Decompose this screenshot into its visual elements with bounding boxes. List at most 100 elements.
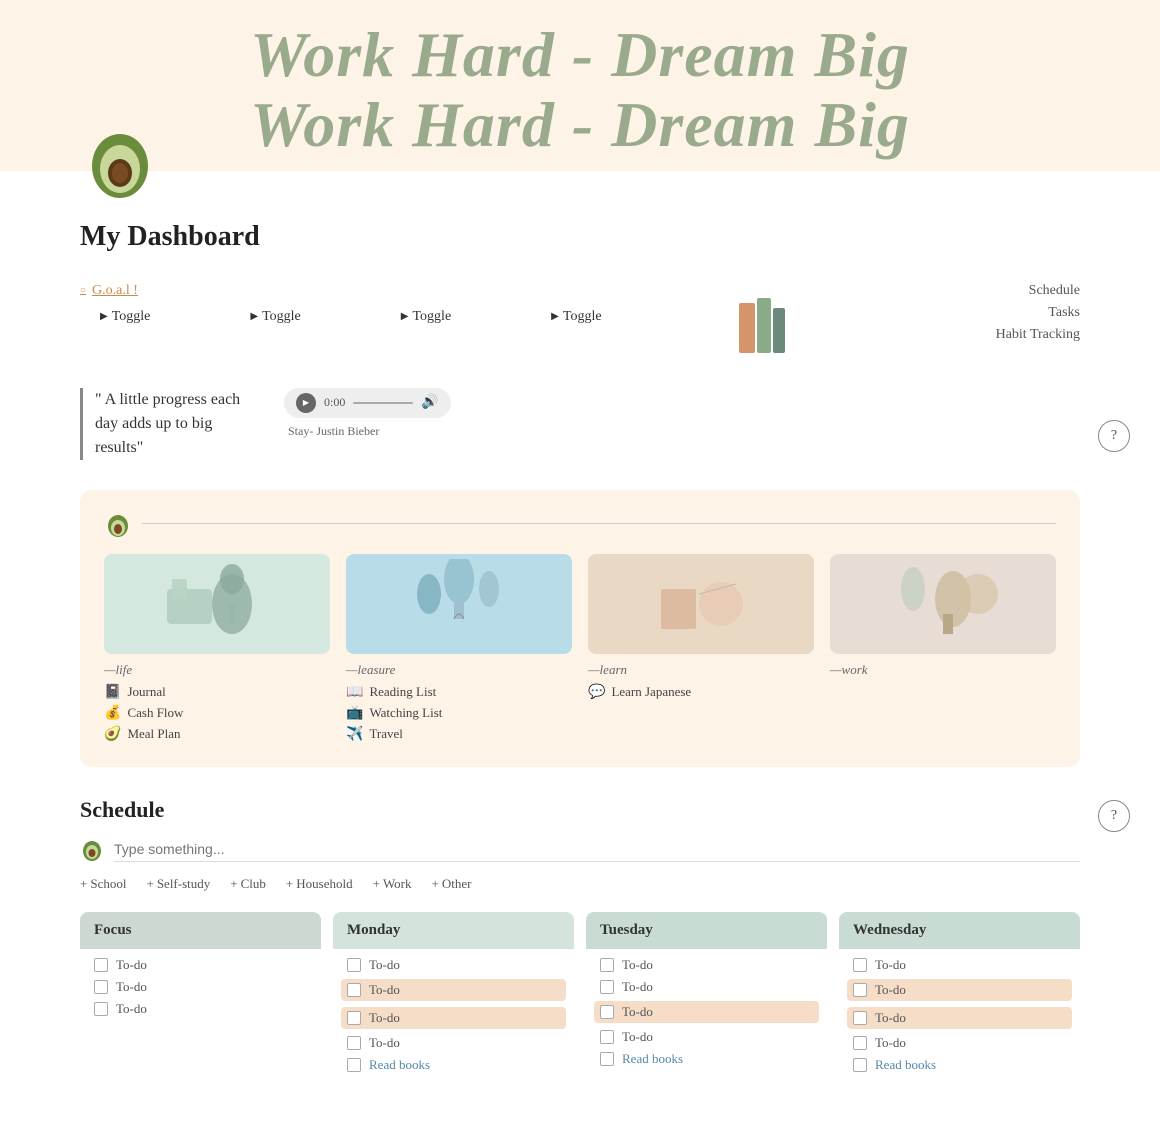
help-button-1[interactable]: ? [1098,420,1130,452]
help-button-2[interactable]: ? [1098,800,1130,832]
wednesday-checkbox-3[interactable] [853,1011,867,1025]
quote-block: " A little progress each day adds up to … [80,388,1080,460]
schedule-section: Schedule + School + Self-study [80,797,1080,1081]
mealplan-link[interactable]: 🥑 Meal Plan [104,726,330,743]
section-life: —life 📓 Journal 💰 Cash Flow 🥑 Meal Pl [104,554,330,743]
monday-todo-label-1: To-do [369,957,400,973]
wednesday-todo-label-2: To-do [875,982,906,998]
work-section-image [830,554,1056,654]
toggle-arrow-2: ▶ [250,311,258,322]
focus-checkbox-1[interactable] [94,958,108,972]
life-section-image [104,554,330,654]
travel-icon: ✈️ [346,726,363,743]
toggle-4[interactable]: ▶ Toggle [551,309,601,325]
audio-label: Stay- Justin Bieber [288,424,451,439]
toggle-3[interactable]: ▶ Toggle [401,309,451,325]
toggle-2[interactable]: ▶ Toggle [250,309,300,325]
audio-controls: ▶ 0:00 🔊 [284,388,451,418]
section-learn: —learn 💬 Learn Japanese [588,554,814,743]
household-label: Household [296,876,352,892]
journal-link[interactable]: 📓 Journal [104,684,330,701]
wednesday-checkbox-2[interactable] [853,983,867,997]
tuesday-checkbox-5[interactable] [600,1052,614,1066]
schedule-grid: Focus To-do To-do To-do [80,912,1080,1081]
category-work[interactable]: + Work [373,876,412,892]
learnjapanese-link[interactable]: 💬 Learn Japanese [588,684,814,701]
plus-icon-work: + [373,876,380,892]
tuesday-column: Tuesday To-do To-do To-do [586,912,827,1081]
school-label: School [90,876,126,892]
tuesday-todo-label-1: To-do [622,957,653,973]
card-avocado-icon [104,510,132,538]
tuesday-todo-label-5: Read books [622,1051,683,1067]
other-label: Other [442,876,472,892]
watchinglist-label: Watching List [369,705,442,721]
wednesday-todo-2: To-do [847,979,1072,1001]
focus-body: To-do To-do To-do [80,949,321,1025]
readinglist-icon: 📖 [346,684,363,701]
focus-checkbox-3[interactable] [94,1002,108,1016]
wednesday-checkbox-5[interactable] [853,1058,867,1072]
top-nav-right: Schedule Tasks Habit Tracking [996,283,1080,343]
tuesday-todo-1: To-do [600,957,813,973]
quote-text: " A little progress each day adds up to … [80,388,260,460]
wednesday-checkbox-1[interactable] [853,958,867,972]
monday-checkbox-4[interactable] [347,1036,361,1050]
category-selfstudy[interactable]: + Self-study [146,876,210,892]
travel-link[interactable]: ✈️ Travel [346,726,572,743]
watchinglist-icon: 📺 [346,705,363,722]
focus-todo-label-3: To-do [116,1001,147,1017]
monday-column: Monday To-do To-do To-do [333,912,574,1081]
tuesday-checkbox-1[interactable] [600,958,614,972]
tuesday-body: To-do To-do To-do To-do [586,949,827,1075]
card-header [104,510,1056,538]
toggle-1[interactable]: ▶ Toggle [100,309,150,325]
mealplan-icon: 🥑 [104,726,121,743]
plus-icon-selfstudy: + [146,876,153,892]
top-nav-left: G.o.a.l ! ▶ Toggle ▶ Toggle ▶ Toggle [80,283,602,325]
wednesday-checkbox-4[interactable] [853,1036,867,1050]
schedule-input[interactable] [114,837,1080,862]
learn-label: —learn [588,662,814,678]
leasure-section-image [346,554,572,654]
play-button[interactable]: ▶ [296,393,316,413]
focus-checkbox-2[interactable] [94,980,108,994]
focus-todo-3: To-do [94,1001,307,1017]
monday-todo-label-2: To-do [369,982,400,998]
monday-checkbox-1[interactable] [347,958,361,972]
club-label: Club [241,876,266,892]
nav-schedule-link[interactable]: Schedule [996,283,1080,299]
top-nav-row: G.o.a.l ! ▶ Toggle ▶ Toggle ▶ Toggle [80,283,1080,368]
cashflow-link[interactable]: 💰 Cash Flow [104,705,330,722]
wednesday-todo-label-4: To-do [875,1035,906,1051]
nav-habit-tracking-link[interactable]: Habit Tracking [996,327,1080,343]
readinglist-link[interactable]: 📖 Reading List [346,684,572,701]
goal-link[interactable]: G.o.a.l ! [80,283,602,299]
category-club[interactable]: + Club [230,876,266,892]
monday-header: Monday [333,912,574,949]
toggle-arrow-3: ▶ [401,311,409,322]
focus-todo-2: To-do [94,979,307,995]
tuesday-todo-label-2: To-do [622,979,653,995]
monday-checkbox-5[interactable] [347,1058,361,1072]
tuesday-checkbox-2[interactable] [600,980,614,994]
tuesday-checkbox-4[interactable] [600,1030,614,1044]
monday-todo-5: Read books [347,1057,560,1073]
mealplan-label: Meal Plan [127,726,180,742]
category-household[interactable]: + Household [286,876,353,892]
cashflow-label: Cash Flow [127,705,183,721]
travel-label: Travel [369,726,402,742]
monday-todo-4: To-do [347,1035,560,1051]
focus-todo-label-1: To-do [116,957,147,973]
monday-checkbox-3[interactable] [347,1011,361,1025]
category-school[interactable]: + School [80,876,126,892]
monday-checkbox-2[interactable] [347,983,361,997]
category-other[interactable]: + Other [432,876,472,892]
watchinglist-link[interactable]: 📺 Watching List [346,705,572,722]
card-sections: —life 📓 Journal 💰 Cash Flow 🥑 Meal Pl [104,554,1056,743]
nav-tasks-link[interactable]: Tasks [996,305,1080,321]
tuesday-checkbox-3[interactable] [600,1005,614,1019]
schedule-avocado-icon [80,837,104,861]
plus-icon-other: + [432,876,439,892]
books-illustration [729,283,809,368]
